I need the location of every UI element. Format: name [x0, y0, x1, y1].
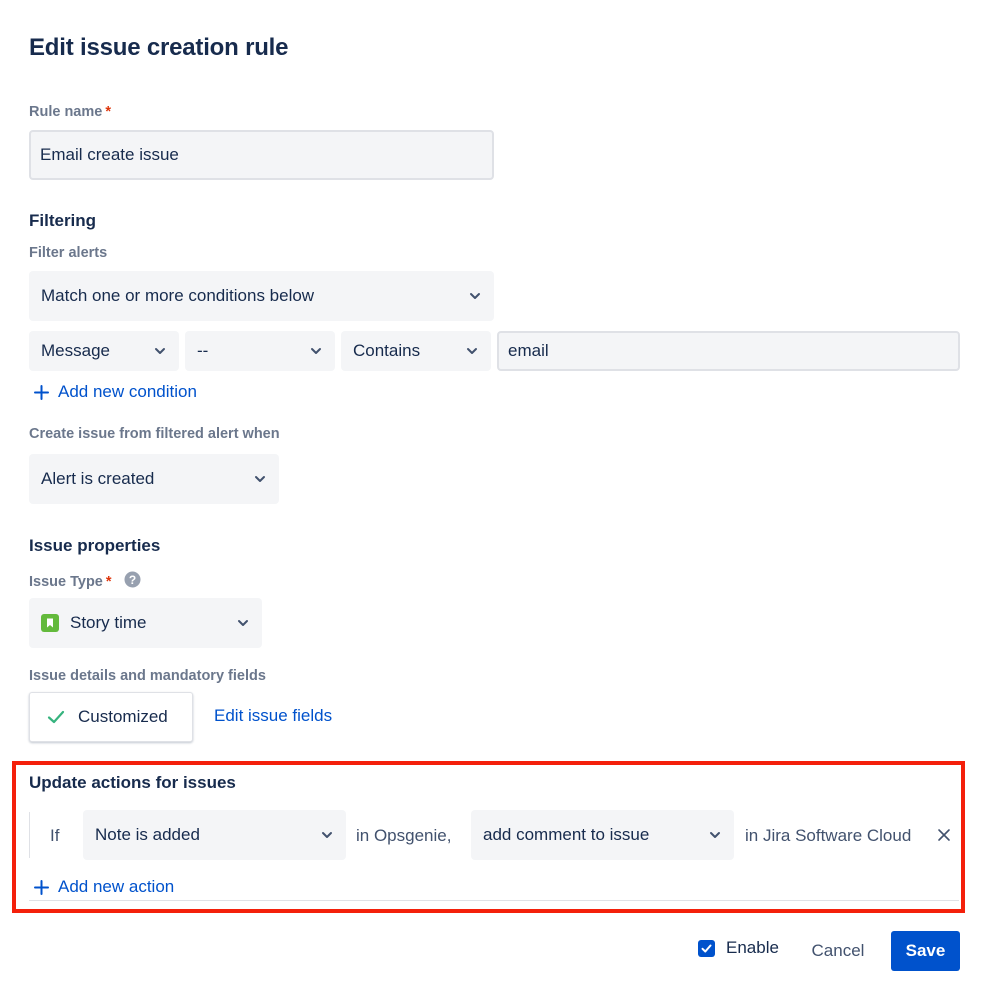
chevron-down-icon [309, 344, 323, 358]
issue-type-value: Story time [70, 613, 147, 632]
condition-not-value: -- [197, 341, 209, 360]
chevron-down-icon [465, 344, 479, 358]
add-condition-link[interactable]: Add new condition [33, 382, 197, 402]
customized-button[interactable]: Customized [29, 692, 193, 742]
rule-name-value: Email create issue [40, 145, 179, 164]
if-label: If [50, 826, 60, 845]
add-condition-label: Add new condition [58, 382, 197, 401]
create-when-label: Create issue from filtered alert when [29, 426, 280, 442]
rule-name-label-text: Rule name [29, 104, 103, 120]
issue-properties-heading: Issue properties [29, 536, 161, 555]
filtering-heading: Filtering [29, 211, 97, 230]
condition-operator-value: Contains [353, 341, 421, 360]
checkbox-checked-icon[interactable] [698, 939, 715, 957]
action-value: add comment to issue [483, 825, 650, 844]
issue-details-label: Issue details and mandatory fields [29, 668, 266, 684]
create-when-select[interactable]: Alert is created [29, 454, 279, 504]
plus-icon [33, 879, 50, 896]
in-source-label: in Opsgenie, [356, 826, 452, 845]
story-icon [41, 614, 59, 632]
filter-alerts-label: Filter alerts [29, 245, 108, 261]
customized-label: Customized [78, 707, 168, 726]
action-select[interactable]: add comment to issue [471, 810, 734, 860]
trigger-value: Note is added [95, 825, 200, 844]
chevron-down-icon [153, 344, 167, 358]
issue-type-select[interactable]: Story time [29, 598, 262, 648]
footer-divider [29, 900, 959, 901]
required-mark: * [105, 573, 112, 590]
svg-text:?: ? [128, 573, 135, 587]
check-icon [46, 707, 66, 727]
in-target-label: in Jira Software Cloud [745, 826, 912, 845]
cancel-button[interactable]: Cancel [798, 931, 878, 971]
condition-value-input[interactable]: email [497, 331, 960, 371]
plus-icon [33, 384, 50, 401]
trigger-select[interactable]: Note is added [83, 810, 346, 860]
dialog-title: Edit issue creation rule [29, 34, 289, 61]
chevron-down-icon [468, 289, 482, 303]
edit-issue-fields-link[interactable]: Edit issue fields [214, 706, 332, 726]
chevron-down-icon [253, 472, 267, 486]
condition-not-select[interactable]: -- [185, 331, 335, 371]
condition-value-text: email [508, 341, 549, 360]
update-actions-heading: Update actions for issues [29, 773, 236, 792]
match-conditions-value: Match one or more conditions below [41, 286, 315, 305]
enable-toggle[interactable]: Enable [698, 938, 779, 958]
close-icon[interactable] [936, 827, 952, 843]
chevron-down-icon [236, 616, 250, 630]
save-button[interactable]: Save [891, 931, 960, 971]
match-conditions-select[interactable]: Match one or more conditions below [29, 271, 494, 321]
chevron-down-icon [708, 828, 722, 842]
rule-name-input[interactable]: Email create issue [29, 130, 494, 180]
create-when-value: Alert is created [41, 469, 155, 488]
condition-field-select[interactable]: Message [29, 331, 179, 371]
rule-name-label: Rule name * [29, 104, 111, 120]
issue-type-label-text: Issue Type [29, 573, 103, 590]
row-divider [29, 812, 30, 858]
issue-type-label: Issue Type * ? [29, 571, 141, 592]
condition-operator-select[interactable]: Contains [341, 331, 491, 371]
enable-label: Enable [726, 938, 779, 957]
chevron-down-icon [320, 828, 334, 842]
condition-field-value: Message [41, 341, 110, 360]
question-circle-icon[interactable]: ? [124, 571, 141, 592]
add-action-label: Add new action [58, 877, 175, 896]
required-mark: * [105, 104, 111, 120]
add-action-link[interactable]: Add new action [33, 877, 174, 897]
update-action-row: If Note is added in Opsgenie, add commen… [29, 810, 959, 860]
